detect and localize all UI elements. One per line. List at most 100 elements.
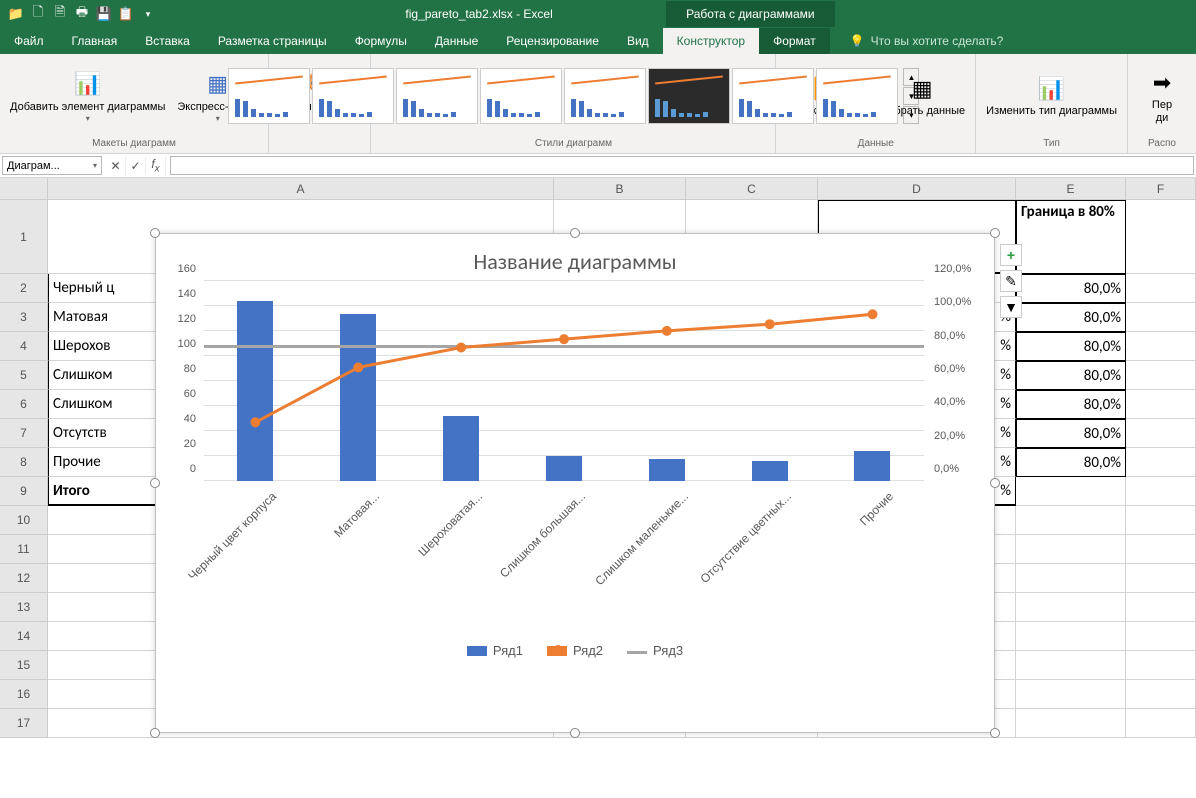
row-header[interactable]: 11 [0, 535, 48, 564]
cell[interactable] [1016, 506, 1126, 535]
open-icon[interactable]: 📁 [6, 4, 26, 24]
cell[interactable] [1126, 390, 1196, 419]
tab-home[interactable]: Главная [58, 28, 132, 54]
col-header-D[interactable]: D [818, 178, 1016, 200]
cell[interactable] [1016, 651, 1126, 680]
cell[interactable] [1016, 535, 1126, 564]
cell[interactable]: 80,0% [1016, 274, 1126, 303]
cell[interactable] [1126, 477, 1196, 506]
chart-style-thumb[interactable] [648, 68, 730, 124]
resize-handle[interactable] [570, 228, 580, 238]
plot-area[interactable]: 020406080100120140160 0,0%20,0%40,0%60,0… [204, 281, 924, 481]
chart-style-thumb[interactable] [480, 68, 562, 124]
cell[interactable] [1126, 332, 1196, 361]
chart-style-thumb[interactable] [732, 68, 814, 124]
tab-data[interactable]: Данные [421, 28, 492, 54]
cell[interactable] [1126, 593, 1196, 622]
cancel-formula-icon[interactable]: ✕ [106, 157, 126, 175]
enter-formula-icon[interactable]: ✓ [126, 157, 146, 175]
col-header-F[interactable]: F [1126, 178, 1196, 200]
chart-elements-button[interactable]: + [1000, 244, 1022, 266]
row-header[interactable]: 4 [0, 332, 48, 361]
row-header[interactable]: 9 [0, 477, 48, 506]
resize-handle[interactable] [150, 478, 160, 488]
cell[interactable] [1126, 651, 1196, 680]
chart-style-thumb[interactable] [564, 68, 646, 124]
tab-design[interactable]: Конструктор [663, 28, 759, 54]
col-header-A[interactable]: A [48, 178, 554, 200]
change-chart-type-button[interactable]: 📊 Изменить тип диаграммы [982, 71, 1121, 120]
cell[interactable] [1126, 200, 1196, 274]
move-chart-button[interactable]: ➡ Пер ди [1134, 65, 1190, 127]
cell[interactable]: 80,0% [1016, 419, 1126, 448]
print-preview-icon[interactable]: 🗎 [50, 4, 70, 24]
row-header[interactable]: 13 [0, 593, 48, 622]
cell[interactable] [1126, 448, 1196, 477]
resize-handle[interactable] [990, 228, 1000, 238]
row-header[interactable]: 12 [0, 564, 48, 593]
chart-style-thumb[interactable] [816, 68, 898, 124]
row-header[interactable]: 14 [0, 622, 48, 651]
select-all-corner[interactable] [0, 178, 48, 200]
legend-item[interactable]: Ряд1 [467, 643, 523, 658]
cell[interactable]: 80,0% [1016, 303, 1126, 332]
cell[interactable] [1016, 593, 1126, 622]
chart-style-thumb[interactable] [228, 68, 310, 124]
row-header[interactable]: 15 [0, 651, 48, 680]
legend-item[interactable]: Ряд3 [627, 643, 683, 658]
cell[interactable] [1126, 680, 1196, 709]
resize-handle[interactable] [990, 478, 1000, 488]
col-header-E[interactable]: E [1016, 178, 1126, 200]
legend-item[interactable]: Ряд2 [547, 643, 603, 658]
cell[interactable]: 80,0% [1016, 361, 1126, 390]
cumulative-line[interactable] [204, 281, 924, 480]
chart-filter-button[interactable]: ▼ [1000, 296, 1022, 318]
tab-insert[interactable]: Вставка [131, 28, 204, 54]
cell[interactable] [1016, 477, 1126, 506]
namebox-dropdown-icon[interactable]: ▾ [93, 161, 97, 170]
cell[interactable]: 80,0% [1016, 332, 1126, 361]
tab-review[interactable]: Рецензирование [492, 28, 613, 54]
row-header[interactable]: 10 [0, 506, 48, 535]
row-header[interactable]: 17 [0, 709, 48, 738]
row-header[interactable]: 8 [0, 448, 48, 477]
col-header-C[interactable]: C [686, 178, 818, 200]
cell[interactable] [1016, 622, 1126, 651]
cell[interactable] [1126, 419, 1196, 448]
row-header[interactable]: 6 [0, 390, 48, 419]
cell[interactable] [1016, 680, 1126, 709]
new-icon[interactable]: 🗋 [28, 4, 48, 24]
resize-handle[interactable] [150, 228, 160, 238]
chart-style-thumb[interactable] [312, 68, 394, 124]
resize-handle[interactable] [150, 728, 160, 738]
tab-file[interactable]: Файл [0, 28, 58, 54]
paste-icon[interactable]: 📋 [116, 4, 136, 24]
qat-more-icon[interactable]: ▾ [138, 4, 158, 24]
formula-input[interactable] [170, 156, 1194, 175]
col-header-B[interactable]: B [554, 178, 686, 200]
tab-layout[interactable]: Разметка страницы [204, 28, 341, 54]
worksheet-grid[interactable]: A B C D E F 1Кол-воПроцентПроцент дефек-… [0, 178, 1196, 798]
cell[interactable] [1126, 274, 1196, 303]
cell[interactable]: 80,0% [1016, 390, 1126, 419]
cell[interactable] [1126, 303, 1196, 332]
row-header[interactable]: 5 [0, 361, 48, 390]
cell[interactable] [1016, 564, 1126, 593]
chart-legend[interactable]: Ряд1 Ряд2 Ряд3 [156, 635, 994, 666]
row-header[interactable]: 7 [0, 419, 48, 448]
chart-styles-button[interactable]: ✎ [1000, 270, 1022, 292]
print-icon[interactable]: 🖶 [72, 4, 92, 24]
name-box[interactable]: Диаграм... ▾ [2, 156, 102, 175]
tab-formulas[interactable]: Формулы [341, 28, 421, 54]
cell[interactable]: 80,0% [1016, 448, 1126, 477]
cell[interactable] [1126, 709, 1196, 738]
save-icon[interactable]: 💾 [94, 4, 114, 24]
chart-style-thumb[interactable] [396, 68, 478, 124]
embedded-chart[interactable]: + ✎ ▼ Название диаграммы 020406080100120… [155, 233, 995, 733]
chart-title[interactable]: Название диаграммы [156, 234, 994, 281]
fx-icon[interactable]: fx [146, 157, 166, 175]
row-header[interactable]: 1 [0, 200, 48, 274]
cell[interactable] [1126, 361, 1196, 390]
tab-view[interactable]: Вид [613, 28, 663, 54]
row-header[interactable]: 3 [0, 303, 48, 332]
